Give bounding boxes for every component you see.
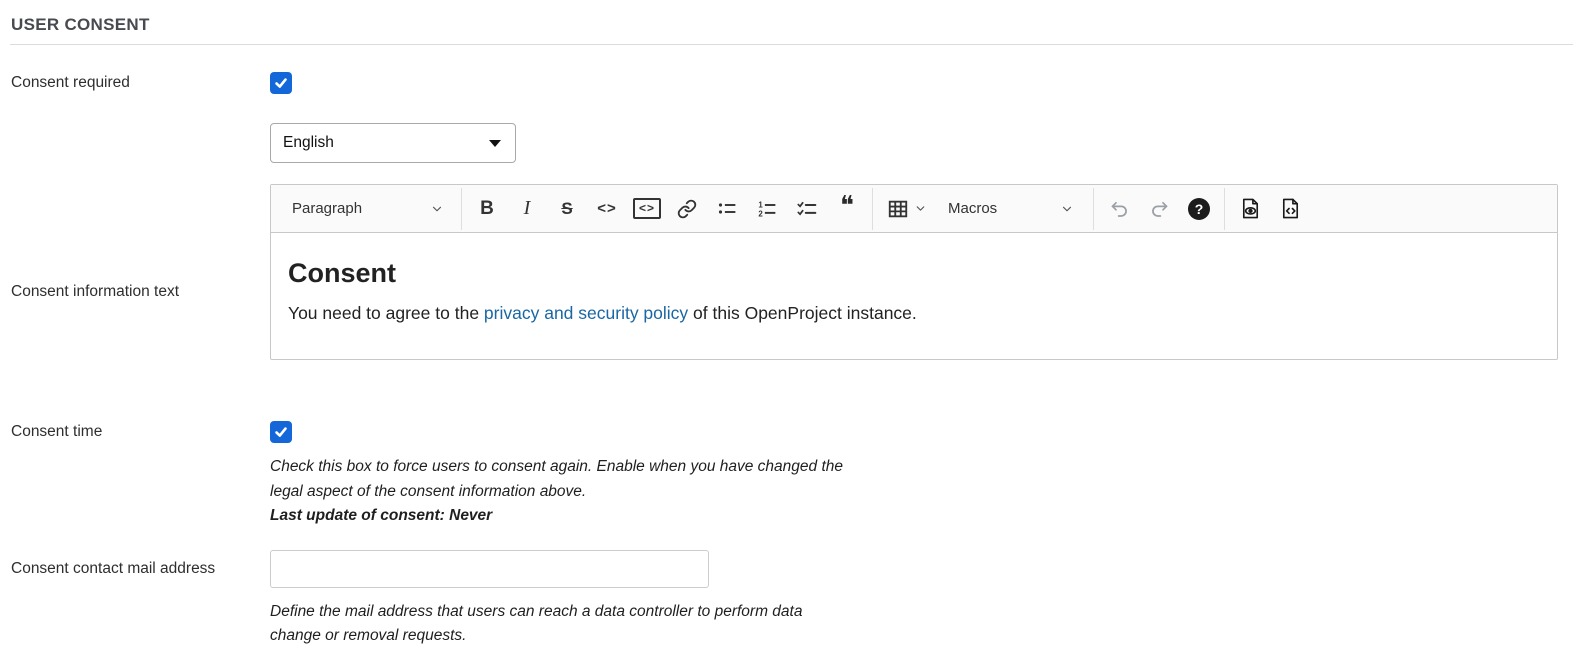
chevron-down-icon xyxy=(430,202,444,216)
consent-time-checkbox[interactable] xyxy=(270,421,292,443)
user-consent-settings-page: USER CONSENT Consent required English Co… xyxy=(0,15,1583,667)
language-row: English xyxy=(0,123,1583,163)
rich-text-editor: Paragraph B I S <> <> 12 xyxy=(270,184,1558,360)
contact-mail-input[interactable] xyxy=(270,550,709,588)
link-icon xyxy=(677,199,697,219)
consent-required-checkbox[interactable] xyxy=(270,72,292,94)
to-do-list-icon xyxy=(797,198,818,219)
inline-code-button[interactable]: <> xyxy=(587,189,627,229)
code-block-icon: <> xyxy=(633,198,661,219)
redo-icon xyxy=(1149,198,1170,219)
editor-toolbar: Paragraph B I S <> <> 12 xyxy=(271,185,1557,233)
selected-language: English xyxy=(283,134,334,152)
privacy-policy-link[interactable]: privacy and security policy xyxy=(484,303,688,323)
heading-dropdown[interactable]: Paragraph xyxy=(276,189,456,229)
to-do-list-button[interactable] xyxy=(787,189,827,229)
numbered-list-button[interactable]: 12 xyxy=(747,189,787,229)
select-caret-icon xyxy=(489,140,501,147)
checkmark-icon xyxy=(274,76,288,90)
contact-mail-label: Consent contact mail address xyxy=(0,550,270,580)
consent-body-text: You need to agree to the privacy and sec… xyxy=(288,300,1540,326)
contact-mail-hint: Define the mail address that users can r… xyxy=(270,600,1583,649)
toolbar-separator xyxy=(872,188,873,230)
preview-button[interactable] xyxy=(1230,189,1270,229)
table-icon xyxy=(887,198,909,220)
consent-time-hint: Check this box to force users to consent… xyxy=(270,455,1583,504)
macros-dropdown-label: Macros xyxy=(948,200,997,217)
undo-icon xyxy=(1109,198,1130,219)
strikethrough-button[interactable]: S xyxy=(547,189,587,229)
consent-language-select[interactable]: English xyxy=(270,123,516,163)
page-title: USER CONSENT xyxy=(11,15,1583,35)
code-block-button[interactable]: <> xyxy=(627,189,667,229)
bold-button[interactable]: B xyxy=(467,189,507,229)
bulleted-list-button[interactable] xyxy=(707,189,747,229)
consent-time-label: Consent time xyxy=(0,421,270,443)
svg-text:1: 1 xyxy=(758,201,763,210)
help-icon: ? xyxy=(1188,198,1210,220)
markdown-source-button[interactable] xyxy=(1270,189,1310,229)
toolbar-separator xyxy=(1224,188,1225,230)
link-button[interactable] xyxy=(667,189,707,229)
last-update-of-consent: Last update of consent: Never xyxy=(270,504,1583,529)
toolbar-separator xyxy=(1093,188,1094,230)
numbered-list-icon: 12 xyxy=(757,198,778,219)
bulleted-list-icon xyxy=(717,198,738,219)
toolbar-separator xyxy=(461,188,462,230)
macros-dropdown[interactable]: Macros xyxy=(936,189,1088,229)
contact-mail-row: Consent contact mail address Define the … xyxy=(0,550,1583,649)
insert-table-button[interactable] xyxy=(878,189,936,229)
heading-dropdown-label: Paragraph xyxy=(292,200,362,217)
svg-text:2: 2 xyxy=(758,209,763,218)
consent-heading: Consent xyxy=(288,258,1540,289)
help-button[interactable]: ? xyxy=(1179,189,1219,229)
chevron-down-icon xyxy=(914,202,927,215)
section-divider xyxy=(10,44,1573,45)
checkmark-icon xyxy=(274,425,288,439)
chevron-down-icon xyxy=(1060,202,1074,216)
consent-information-row: Consent information text Paragraph B I S… xyxy=(0,184,1583,360)
block-quote-icon: ❝ xyxy=(840,200,854,218)
undo-button[interactable] xyxy=(1099,189,1139,229)
consent-required-label: Consent required xyxy=(0,72,270,94)
strikethrough-icon: S xyxy=(561,199,572,219)
bold-icon: B xyxy=(480,198,494,220)
inline-code-icon: <> xyxy=(597,200,617,217)
italic-icon: I xyxy=(524,197,531,220)
editor-content-area[interactable]: Consent You need to agree to the privacy… xyxy=(271,233,1557,359)
italic-button[interactable]: I xyxy=(507,189,547,229)
redo-button[interactable] xyxy=(1139,189,1179,229)
preview-icon xyxy=(1239,197,1262,220)
consent-information-label: Consent information text xyxy=(0,184,270,303)
markdown-source-icon xyxy=(1279,197,1302,220)
consent-time-row: Consent time Check this box to force use… xyxy=(0,421,1583,529)
consent-required-row: Consent required xyxy=(0,72,1583,94)
block-quote-button[interactable]: ❝ xyxy=(827,189,867,229)
